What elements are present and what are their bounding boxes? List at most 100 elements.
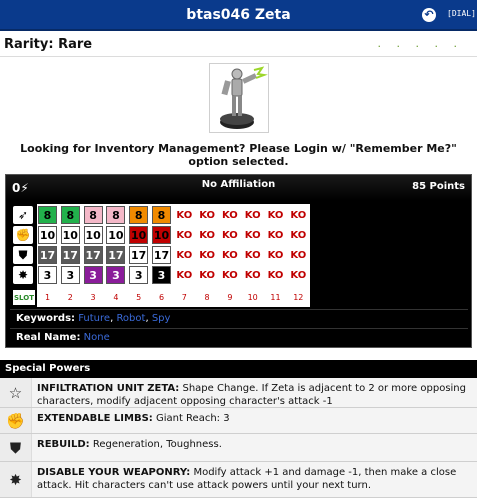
keyword-link[interactable]: Spy bbox=[152, 313, 171, 324]
dial-cell: KO bbox=[266, 226, 285, 244]
dial-cell: KO bbox=[243, 206, 263, 224]
slot-label: SLOT bbox=[13, 290, 35, 305]
dial-cell: KO bbox=[197, 206, 217, 224]
back-icon[interactable]: ↶ bbox=[422, 8, 436, 22]
dial-cell: KO bbox=[266, 206, 285, 224]
robot-figure-icon bbox=[220, 66, 268, 129]
dial-cell: 10 bbox=[38, 226, 57, 244]
slot-number: 7 bbox=[174, 290, 194, 305]
rarity-label: Rarity: Rare bbox=[4, 37, 93, 52]
slot-number: 11 bbox=[266, 290, 285, 305]
dial-header: 0⚡ No Affiliation 85 Points bbox=[6, 175, 471, 201]
dial-cell: KO bbox=[266, 246, 285, 264]
dial-cell: 3 bbox=[38, 266, 57, 284]
power-description: INFILTRATION UNIT ZETA: Shape Change. If… bbox=[37, 382, 472, 408]
dial-cell: KO bbox=[243, 266, 263, 284]
keywords-row: Keywords: Future, Robot, Spy bbox=[10, 309, 468, 327]
figure-image[interactable] bbox=[209, 63, 269, 133]
slot-number: 9 bbox=[220, 290, 240, 305]
dial-cell: 10 bbox=[106, 226, 126, 244]
dial-link[interactable]: [DIAL] bbox=[447, 9, 476, 18]
dial-cell: KO bbox=[220, 266, 240, 284]
power-row: ☆ INFILTRATION UNIT ZETA: Shape Change. I… bbox=[0, 378, 477, 408]
dial-cell: KO bbox=[174, 206, 194, 224]
dial-cell: KO bbox=[288, 246, 308, 264]
slot-number: 3 bbox=[83, 290, 103, 305]
dial-cell: KO bbox=[220, 206, 240, 224]
slot-number: 1 bbox=[38, 290, 57, 305]
power-description: EXTENDABLE LIMBS: Giant Reach: 3 bbox=[37, 412, 472, 425]
dial-cell: 8 bbox=[129, 206, 149, 224]
dial-cell: KO bbox=[197, 266, 217, 284]
points-value: 85 Points bbox=[412, 181, 465, 192]
dial-cell: 17 bbox=[83, 246, 103, 264]
dial-grid: ➶ ✊ ⛊ ✸ SLOT 8 8 8 8 8 8 KO KO KO KO KO KO 10 10 10 10 10 10… bbox=[10, 204, 310, 307]
speed-icon: ➶ bbox=[13, 206, 33, 224]
damage-icon: ✸ bbox=[13, 266, 33, 284]
dial-cell: KO bbox=[174, 226, 194, 244]
slot-number: 10 bbox=[243, 290, 263, 305]
dial-cell: KO bbox=[174, 246, 194, 264]
keyword-link[interactable]: Robot bbox=[116, 313, 145, 324]
dial-cell: 3 bbox=[152, 266, 171, 284]
dial-cell: KO bbox=[197, 226, 217, 244]
dial-cell: 17 bbox=[106, 246, 126, 264]
dial-cell: 10 bbox=[83, 226, 103, 244]
dial-cell: KO bbox=[288, 206, 308, 224]
power-description: REBUILD: Regeneration, Toughness. bbox=[37, 438, 472, 451]
slot-number: 4 bbox=[106, 290, 126, 305]
power-row: ✊ EXTENDABLE LIMBS: Giant Reach: 3 bbox=[0, 408, 477, 434]
rarity-row: Rarity: Rare . . . . . bbox=[0, 33, 477, 57]
realname-row: Real Name: None bbox=[10, 328, 468, 346]
dial-cell: 3 bbox=[129, 266, 149, 284]
slot-number: 6 bbox=[152, 290, 171, 305]
slot-number: 5 bbox=[129, 290, 149, 305]
starburst-icon: ✸ bbox=[0, 462, 32, 497]
power-name: INFILTRATION UNIT ZETA: bbox=[37, 383, 180, 394]
dial-cell: KO bbox=[266, 266, 285, 284]
keywords-list: Future, Robot, Spy bbox=[78, 313, 170, 324]
dial-cell: 8 bbox=[83, 206, 103, 224]
dial-cell: 17 bbox=[129, 246, 149, 264]
dial-cell: KO bbox=[288, 266, 308, 284]
dial-cell: KO bbox=[243, 226, 263, 244]
attack-icon: ✊ bbox=[13, 226, 33, 244]
dial-cell: 8 bbox=[38, 206, 57, 224]
dial-cell: 17 bbox=[60, 246, 80, 264]
dial-cell: 3 bbox=[60, 266, 80, 284]
dial-cell: 10 bbox=[129, 226, 149, 244]
dial-cell: 8 bbox=[152, 206, 171, 224]
inventory-message: Looking for Inventory Management? Please… bbox=[20, 142, 457, 168]
power-text: Regeneration, Toughness. bbox=[89, 439, 222, 450]
realname-value: None bbox=[83, 332, 110, 343]
dial-cell: KO bbox=[220, 246, 240, 264]
power-name: EXTENDABLE LIMBS: bbox=[37, 413, 153, 424]
dial-cell: KO bbox=[174, 266, 194, 284]
rarity-dots: . . . . . bbox=[377, 37, 463, 50]
dial-cell: 8 bbox=[60, 206, 80, 224]
dial-cell: KO bbox=[243, 246, 263, 264]
special-powers-header: Special Powers bbox=[0, 360, 477, 378]
dial-cell: 3 bbox=[83, 266, 103, 284]
dial-cell: 8 bbox=[106, 206, 126, 224]
slot-number: 2 bbox=[60, 290, 80, 305]
dial-cell: 10 bbox=[60, 226, 80, 244]
realname-label: Real Name: bbox=[16, 332, 81, 343]
keyword-link[interactable]: Future bbox=[78, 313, 110, 324]
power-text: Giant Reach: 3 bbox=[152, 413, 230, 424]
shield-icon: ⛊ bbox=[0, 434, 32, 461]
dial-cell: 10 bbox=[152, 226, 171, 244]
slot-number: 8 bbox=[197, 290, 217, 305]
power-row: ⛊ REBUILD: Regeneration, Toughness. bbox=[0, 434, 477, 462]
affiliation: No Affiliation bbox=[201, 179, 276, 190]
power-row: ✸ DISABLE YOUR WEAPONRY: Modify attack +1… bbox=[0, 462, 477, 498]
dial-cell: KO bbox=[288, 226, 308, 244]
fist-icon: ✊ bbox=[0, 408, 32, 433]
dial-cell: KO bbox=[220, 226, 240, 244]
power-name: REBUILD: bbox=[37, 439, 90, 450]
combat-dial: 0⚡ No Affiliation 85 Points ➶ ✊ ⛊ ✸ SLOT 88… bbox=[5, 174, 472, 348]
star-icon: ☆ bbox=[0, 378, 32, 407]
dial-cell: 3 bbox=[106, 266, 126, 284]
power-description: DISABLE YOUR WEAPONRY: Modify attack +1 … bbox=[37, 466, 472, 492]
dial-cell: KO bbox=[197, 246, 217, 264]
